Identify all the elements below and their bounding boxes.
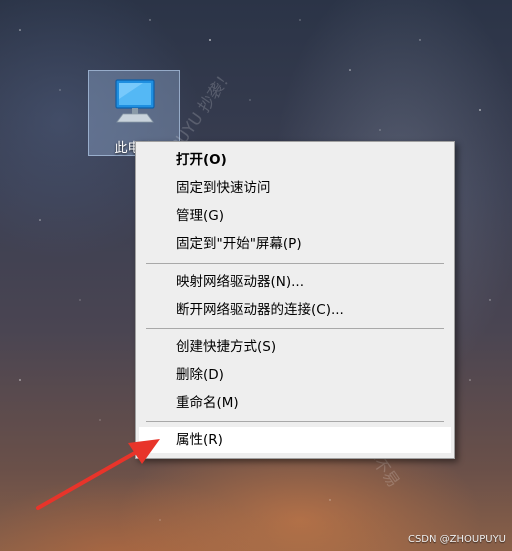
menu-separator (146, 421, 444, 422)
menu-item-map-drive[interactable]: 映射网络驱动器(N)... (139, 269, 451, 295)
menu-item-open[interactable]: 打开(O) (139, 147, 451, 173)
menu-item-pin-quick-access[interactable]: 固定到快速访问 (139, 175, 451, 201)
menu-separator (146, 328, 444, 329)
menu-item-delete[interactable]: 删除(D) (139, 362, 451, 388)
menu-item-properties[interactable]: 属性(R) (139, 427, 451, 453)
menu-item-create-shortcut[interactable]: 创建快捷方式(S) (139, 334, 451, 360)
menu-separator (146, 263, 444, 264)
menu-item-rename[interactable]: 重命名(M) (139, 390, 451, 416)
menu-item-pin-start[interactable]: 固定到"开始"屏幕(P) (139, 231, 451, 257)
computer-icon (115, 79, 155, 123)
context-menu: 打开(O) 固定到快速访问 管理(G) 固定到"开始"屏幕(P) 映射网络驱动器… (135, 141, 455, 459)
menu-item-disconnect-drive[interactable]: 断开网络驱动器的连接(C)... (139, 297, 451, 323)
menu-item-manage[interactable]: 管理(G) (139, 203, 451, 229)
csdn-credit: CSDN @ZHOUPUYU (407, 534, 506, 545)
